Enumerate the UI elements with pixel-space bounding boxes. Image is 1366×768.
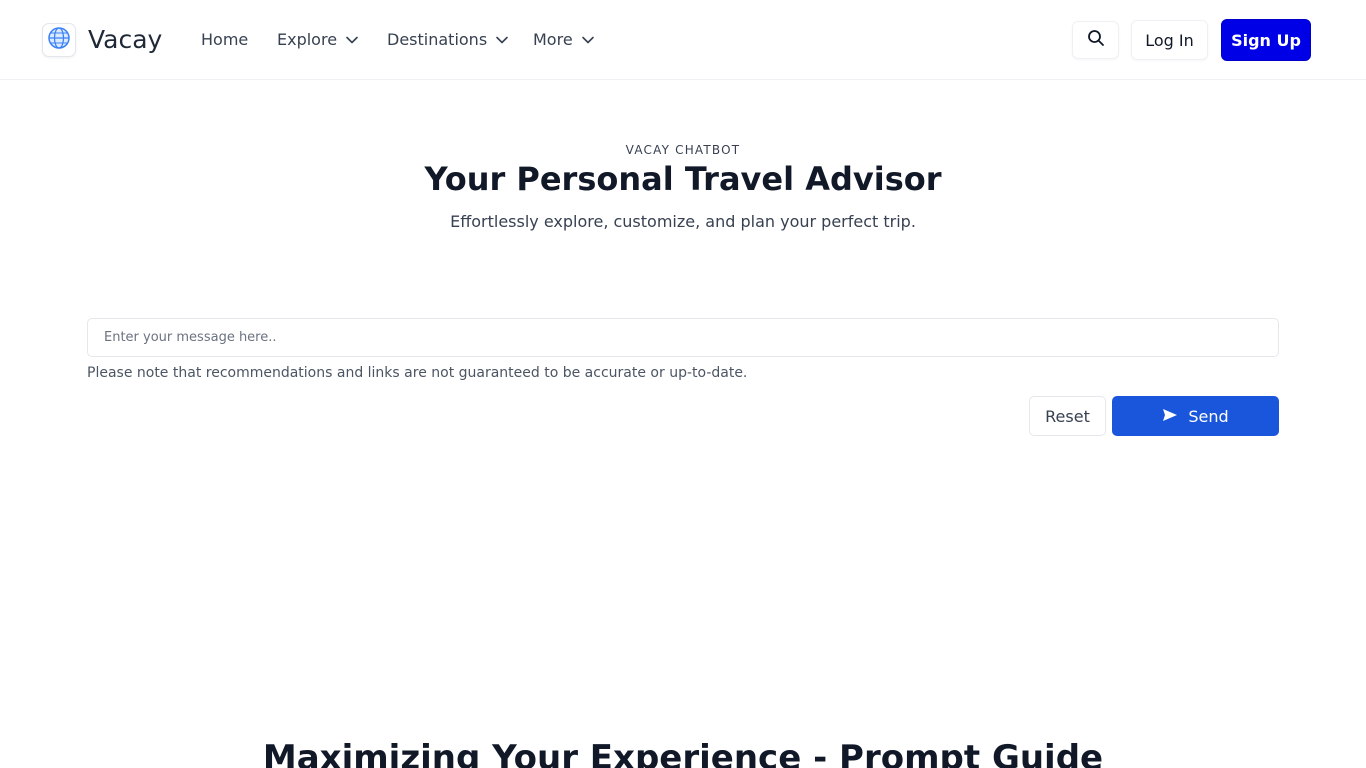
search-button[interactable] (1072, 21, 1119, 59)
nav-destinations-label: Destinations (387, 30, 488, 49)
site-header: Vacay Home Explore Destinations More Log… (0, 0, 1366, 80)
send-button-label: Send (1188, 406, 1229, 426)
reset-button[interactable]: Reset (1029, 396, 1106, 436)
send-button[interactable]: Send (1112, 396, 1279, 436)
nav-more[interactable]: More (533, 30, 595, 49)
chevron-down-icon (345, 33, 359, 47)
page-title: Your Personal Travel Advisor (424, 160, 942, 198)
section-eyebrow: VACAY CHATBOT (625, 143, 741, 157)
nav-destinations[interactable]: Destinations (387, 30, 509, 49)
signup-button[interactable]: Sign Up (1221, 19, 1311, 61)
chevron-down-icon (495, 33, 509, 47)
nav-home-label: Home (201, 30, 249, 49)
page-subtitle: Effortlessly explore, customize, and pla… (450, 212, 916, 231)
message-input[interactable] (87, 318, 1279, 357)
nav-explore-label: Explore (277, 30, 338, 49)
nav-more-label: More (533, 30, 573, 49)
nav-explore[interactable]: Explore (277, 30, 359, 49)
brand-name[interactable]: Vacay (88, 25, 162, 54)
disclaimer-text: Please note that recommendations and lin… (87, 365, 748, 381)
logo[interactable] (42, 23, 76, 57)
send-icon (1162, 407, 1178, 426)
nav-home[interactable]: Home (201, 30, 248, 49)
globe-logo-icon (47, 26, 71, 55)
login-button[interactable]: Log In (1131, 20, 1208, 60)
search-icon (1087, 29, 1105, 52)
prompt-guide-title: Maximizing Your Experience - Prompt Guid… (262, 738, 1104, 768)
chevron-down-icon (581, 33, 595, 47)
